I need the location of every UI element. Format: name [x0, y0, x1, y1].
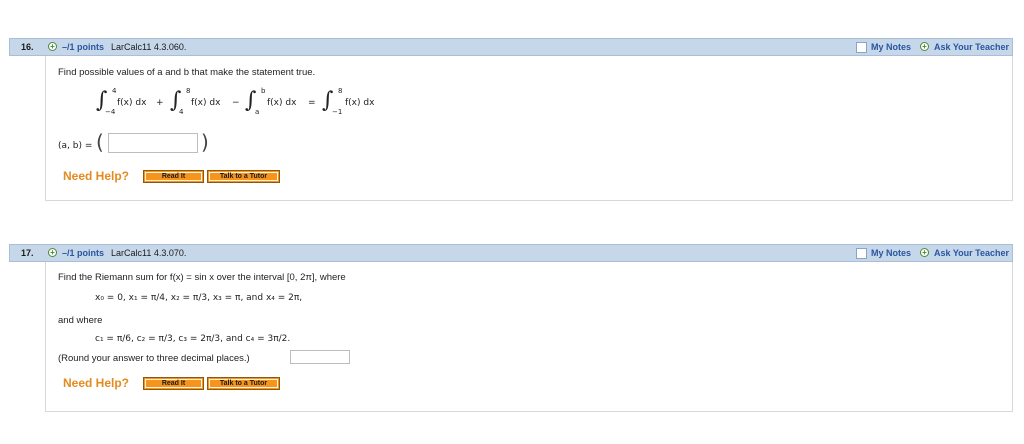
points-label: –/1 points	[62, 42, 105, 52]
integral-lower-limit: −4	[105, 108, 116, 116]
talk-to-tutor-button[interactable]: Talk to a Tutor	[207, 377, 280, 390]
left-paren: (	[96, 130, 104, 154]
operator: +	[156, 98, 164, 108]
integral-upper-limit: 8	[338, 87, 343, 95]
integral-upper-limit: b	[261, 87, 266, 95]
my-notes-link[interactable]: My Notes	[871, 248, 911, 258]
read-it-button[interactable]: Read It	[143, 170, 204, 183]
integral-upper-limit: 8	[186, 87, 191, 95]
answer-input[interactable]	[108, 133, 198, 153]
points-label: –/1 points	[62, 248, 105, 258]
operator: =	[308, 98, 316, 108]
need-help-label: Need Help?	[63, 169, 130, 183]
question-body: Find the Riemann sum for f(x) = sin x ov…	[45, 262, 1013, 412]
ask-teacher-link[interactable]: Ask Your Teacher	[934, 248, 1009, 258]
c-values: c₁ = π/6, c₂ = π/3, c₃ = 2π/3, and c₄ = …	[95, 334, 291, 344]
answer-input[interactable]	[290, 350, 350, 364]
question-prompt: Find possible values of a and b that mak…	[58, 67, 316, 78]
round-instruction: (Round your answer to three decimal plac…	[58, 353, 250, 364]
expand-plus-icon[interactable]: +	[48, 42, 57, 51]
read-it-label: Read It	[145, 172, 202, 181]
read-it-label: Read It	[145, 379, 202, 388]
integral-lower-limit: −1	[332, 108, 343, 116]
question-header: 17. + –/1 points LarCalc11 4.3.070. My N…	[9, 244, 1013, 262]
question-reference: LarCalc11 4.3.060.	[111, 42, 187, 52]
ask-teacher-link[interactable]: Ask Your Teacher	[934, 42, 1009, 52]
question-number: 16.	[21, 42, 34, 52]
read-it-button[interactable]: Read It	[143, 377, 204, 390]
integrand: f(x) dx	[267, 98, 297, 108]
notes-checkbox-icon[interactable]	[856, 42, 867, 53]
question-reference: LarCalc11 4.3.070.	[111, 248, 187, 258]
need-help-label: Need Help?	[63, 376, 130, 390]
talk-to-tutor-label: Talk to a Tutor	[209, 379, 278, 388]
question-16: 16. + –/1 points LarCalc11 4.3.060. My N…	[9, 38, 1013, 201]
and-where-label: and where	[58, 315, 103, 326]
question-prompt: Find the Riemann sum for f(x) = sin x ov…	[58, 272, 346, 283]
question-17: 17. + –/1 points LarCalc11 4.3.070. My N…	[9, 244, 1013, 412]
right-paren: )	[201, 130, 209, 154]
talk-to-tutor-label: Talk to a Tutor	[209, 172, 278, 181]
ask-teacher-plus-icon[interactable]: +	[920, 248, 929, 257]
integral-lower-limit: a	[255, 108, 260, 116]
integral-lower-limit: 4	[179, 108, 184, 116]
question-header: 16. + –/1 points LarCalc11 4.3.060. My N…	[9, 38, 1013, 56]
integrand: f(x) dx	[345, 98, 375, 108]
integrand: f(x) dx	[191, 98, 221, 108]
answer-label: (a, b) =	[58, 141, 93, 151]
my-notes-link[interactable]: My Notes	[871, 42, 911, 52]
talk-to-tutor-button[interactable]: Talk to a Tutor	[207, 170, 280, 183]
question-number: 17.	[21, 248, 34, 258]
integral-upper-limit: 4	[112, 87, 117, 95]
integrand: f(x) dx	[117, 98, 147, 108]
expand-plus-icon[interactable]: +	[48, 248, 57, 257]
question-body: Find possible values of a and b that mak…	[45, 56, 1013, 201]
operator: −	[232, 98, 240, 108]
ask-teacher-plus-icon[interactable]: +	[920, 42, 929, 51]
notes-checkbox-icon[interactable]	[856, 248, 867, 259]
x-values: x₀ = 0, x₁ = π/4, x₂ = π/3, x₃ = π, and …	[95, 293, 303, 303]
